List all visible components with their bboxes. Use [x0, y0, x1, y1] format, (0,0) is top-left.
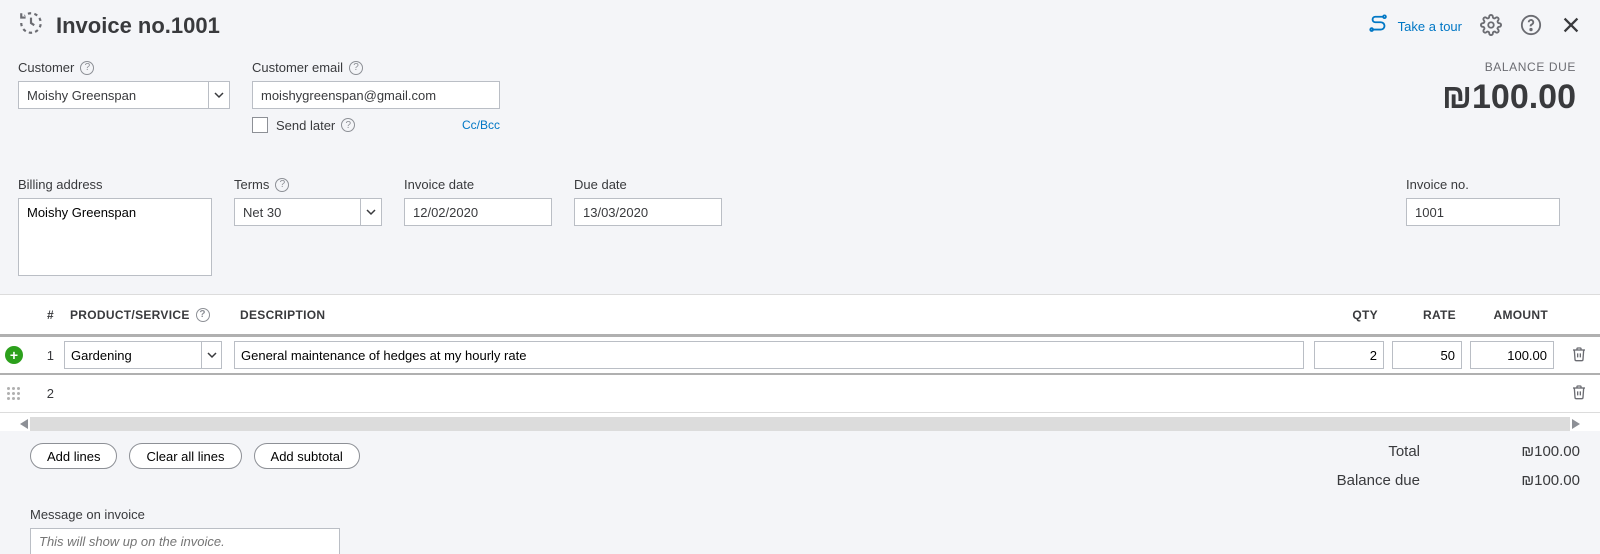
take-tour-label: Take a tour	[1398, 19, 1462, 34]
rate-input[interactable]	[1392, 341, 1462, 369]
customer-dropdown-button[interactable]	[208, 81, 230, 109]
totals: Total ₪100.00 Balance due ₪100.00	[1337, 443, 1580, 501]
chevron-down-icon	[366, 205, 376, 220]
delete-row-button[interactable]	[1571, 346, 1587, 365]
terms-dropdown-button[interactable]	[360, 198, 382, 226]
invoice-no-field: Invoice no.	[1406, 177, 1560, 226]
col-qty: QTY	[1310, 308, 1388, 322]
row-num: 1	[28, 348, 60, 363]
help-icon	[1520, 14, 1542, 39]
customer-email-input[interactable]	[252, 81, 500, 109]
col-rate: RATE	[1388, 308, 1466, 322]
invoice-no-input[interactable]	[1406, 198, 1560, 226]
balance-value: ₪100.00	[1480, 472, 1580, 489]
total-label: Total	[1388, 443, 1420, 460]
description-input[interactable]	[234, 341, 1304, 369]
balance-due-amount: ₪100.00	[1442, 78, 1576, 117]
col-amount: AMOUNT	[1466, 308, 1558, 322]
customer-email-field: Customer email? Send later ? Cc/Bcc	[252, 60, 502, 133]
qty-input[interactable]	[1314, 341, 1384, 369]
balance-due: BALANCE DUE ₪100.00	[1442, 60, 1582, 117]
due-date-field: Due date	[574, 177, 722, 226]
invoice-date-label: Invoice date	[404, 177, 552, 192]
clear-lines-button[interactable]: Clear all lines	[129, 443, 241, 469]
balance-due-label: BALANCE DUE	[1442, 60, 1576, 74]
table-header: # PRODUCT/SERVICE? DESCRIPTION QTY RATE …	[0, 295, 1600, 337]
route-icon	[1368, 14, 1390, 39]
col-num: #	[28, 308, 60, 322]
add-lines-button[interactable]: Add lines	[30, 443, 117, 469]
trash-icon	[1571, 388, 1587, 403]
help-icon[interactable]: ?	[80, 61, 94, 75]
terms-field: Terms?	[234, 177, 382, 226]
history-icon[interactable]	[18, 10, 44, 42]
invoice-date-field: Invoice date	[404, 177, 552, 226]
actions-totals-row: Add lines Clear all lines Add subtotal T…	[0, 431, 1600, 501]
billing-textarea[interactable]	[18, 198, 212, 276]
chevron-down-icon	[214, 88, 224, 103]
col-product: PRODUCT/SERVICE	[70, 308, 190, 322]
settings-button[interactable]	[1480, 14, 1502, 39]
invoice-date-input[interactable]	[404, 198, 552, 226]
message-input[interactable]	[30, 528, 340, 554]
add-line-button[interactable]: +	[5, 346, 23, 364]
due-date-input[interactable]	[574, 198, 722, 226]
customer-label: Customer	[18, 60, 74, 75]
line-items-table: # PRODUCT/SERVICE? DESCRIPTION QTY RATE …	[0, 294, 1600, 431]
help-icon[interactable]: ?	[349, 61, 363, 75]
page-title-text: Invoice no.1001	[56, 13, 220, 39]
customer-field: Customer?	[18, 60, 230, 109]
close-icon	[1560, 14, 1582, 39]
gear-icon	[1480, 14, 1502, 39]
ccbcc-link[interactable]: Cc/Bcc	[462, 118, 500, 132]
take-tour-link[interactable]: Take a tour	[1368, 14, 1462, 39]
customer-input[interactable]	[18, 81, 208, 109]
message-label: Message on invoice	[30, 507, 1600, 522]
terms-input[interactable]	[234, 198, 360, 226]
total-value: ₪100.00	[1480, 443, 1580, 460]
customer-row: Customer? Customer email? Send later ? C…	[0, 56, 1600, 145]
help-icon[interactable]: ?	[196, 308, 210, 322]
due-date-label: Due date	[574, 177, 722, 192]
help-icon[interactable]: ?	[275, 178, 289, 192]
balance-label: Balance due	[1337, 472, 1420, 489]
delete-row-button[interactable]	[1571, 384, 1587, 403]
product-dropdown-button[interactable]	[202, 341, 222, 369]
send-later-checkbox[interactable]	[252, 117, 268, 133]
close-button[interactable]	[1560, 14, 1582, 39]
table-row: + 1	[0, 337, 1600, 375]
product-input[interactable]	[64, 341, 202, 369]
table-row: 2	[0, 375, 1600, 413]
row-num: 2	[28, 386, 60, 401]
add-subtotal-button[interactable]: Add subtotal	[254, 443, 360, 469]
amount-input[interactable]	[1470, 341, 1554, 369]
help-button[interactable]	[1520, 14, 1542, 39]
message-field: Message on invoice	[30, 507, 1600, 554]
drag-handle[interactable]	[7, 387, 21, 401]
details-row: Billing address Terms? Invoice date Due …	[0, 173, 1600, 288]
col-desc: DESCRIPTION	[228, 308, 1310, 322]
help-icon[interactable]: ?	[341, 118, 355, 132]
horizontal-scrollbar[interactable]	[30, 417, 1570, 431]
trash-icon	[1571, 350, 1587, 365]
chevron-down-icon	[207, 348, 217, 363]
billing-label: Billing address	[18, 177, 212, 192]
billing-field: Billing address	[18, 177, 212, 276]
topbar: Invoice no.1001 Take a tour	[0, 0, 1600, 56]
page-title: Invoice no.1001	[18, 10, 220, 42]
terms-label: Terms	[234, 177, 269, 192]
toolbar: Take a tour	[1368, 14, 1582, 39]
customer-email-label: Customer email	[252, 60, 343, 75]
invoice-no-label: Invoice no.	[1406, 177, 1560, 192]
send-later-label: Send later	[276, 118, 335, 133]
